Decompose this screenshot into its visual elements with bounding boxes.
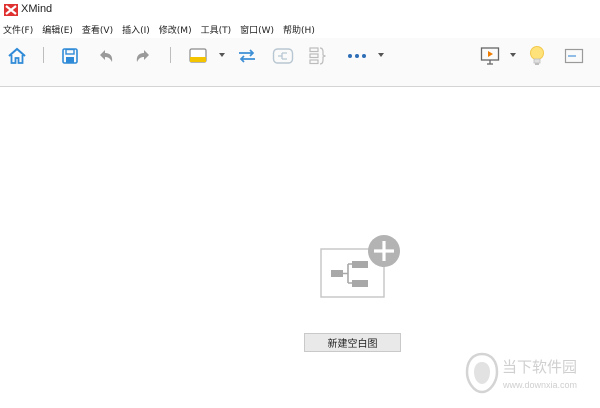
redo-button[interactable]	[133, 44, 153, 68]
menu-edit[interactable]: 编辑(E)	[42, 23, 73, 36]
menu-insert[interactable]: 插入(I)	[122, 23, 150, 36]
menu-modify[interactable]: 修改(M)	[159, 23, 192, 36]
menu-window[interactable]: 窗口(W)	[240, 23, 274, 36]
new-blank-map-button[interactable]: 新建空白图	[304, 333, 401, 352]
save-button[interactable]	[60, 44, 80, 68]
site-watermark: 当下软件园 www.downxia.com	[465, 350, 595, 402]
toolbar	[0, 38, 600, 87]
toolbar-separator	[43, 47, 44, 63]
idea-button[interactable]	[527, 44, 547, 68]
summary-icon	[309, 47, 326, 65]
topic-style-icon	[189, 48, 207, 63]
relationship-icon	[239, 49, 255, 63]
redo-icon	[136, 50, 149, 62]
undo-icon	[100, 50, 113, 62]
boundary-icon	[272, 48, 294, 64]
undo-button[interactable]	[96, 44, 116, 68]
xmind-logo-icon	[4, 4, 18, 16]
panel-button[interactable]	[563, 44, 585, 68]
menu-view[interactable]: 查看(V)	[82, 23, 113, 36]
save-icon	[62, 48, 78, 64]
home-button[interactable]	[6, 44, 28, 68]
menu-bar: 文件(F) 编辑(E) 查看(V) 插入(I) 修改(M) 工具(T) 窗口(W…	[0, 20, 600, 38]
topic-style-button[interactable]	[186, 44, 210, 68]
menu-help[interactable]: 帮助(H)	[283, 23, 315, 36]
more-button[interactable]	[345, 44, 369, 68]
relationship-button[interactable]	[235, 44, 259, 68]
new-blank-map-icon[interactable]	[320, 234, 402, 298]
presentation-dropdown-caret[interactable]	[510, 53, 516, 57]
panel-icon	[564, 48, 584, 64]
presentation-icon	[480, 47, 500, 65]
window-title: XMind	[21, 3, 53, 15]
menu-tools[interactable]: 工具(T)	[201, 23, 232, 36]
idea-icon	[530, 46, 544, 65]
home-icon	[8, 47, 26, 64]
topic-style-dropdown-caret[interactable]	[219, 53, 225, 57]
summary-button[interactable]	[307, 44, 327, 68]
boundary-button[interactable]	[271, 44, 295, 68]
toolbar-separator	[170, 47, 171, 63]
watermark-logo-icon	[465, 352, 499, 394]
watermark-url: www.downxia.com	[503, 380, 578, 390]
start-canvas: 新建空白图 当下软件园 www.downxia.com	[0, 88, 600, 408]
presentation-button[interactable]	[478, 44, 502, 68]
more-icon	[348, 54, 366, 58]
watermark-text: 当下软件园	[502, 358, 578, 376]
menu-file[interactable]: 文件(F)	[3, 23, 33, 36]
title-bar: XMind	[0, 0, 600, 20]
more-dropdown-caret[interactable]	[378, 53, 384, 57]
